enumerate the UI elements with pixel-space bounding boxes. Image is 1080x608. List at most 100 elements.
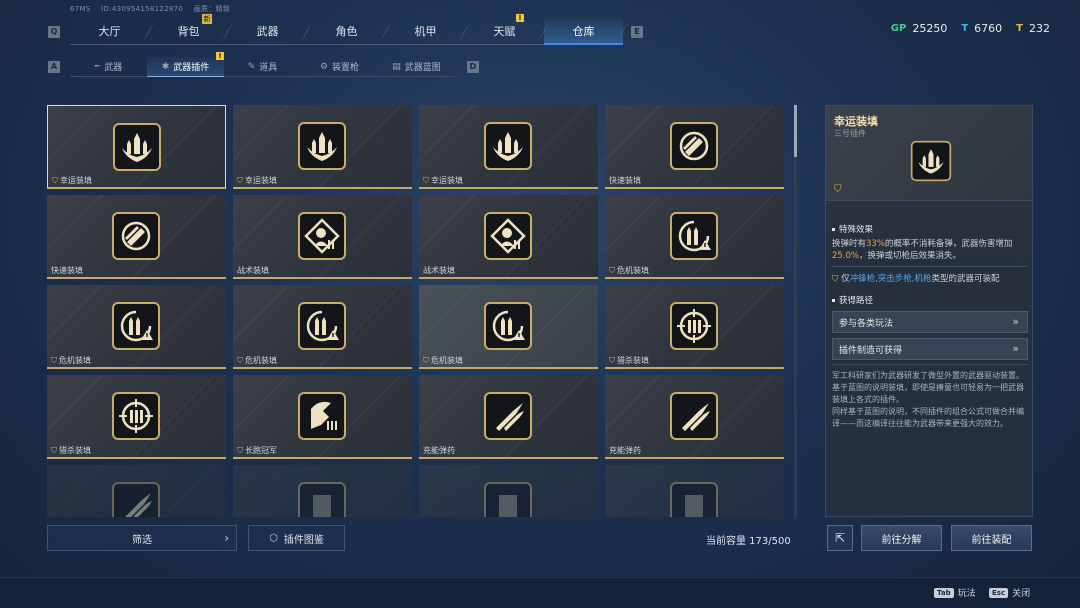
tab-武器[interactable]: 武器 (228, 18, 307, 45)
system-info: 67MS ID:430954158122870 画质：精致 (70, 4, 238, 14)
tab-label: 机甲 (414, 25, 437, 38)
shield-icon: ⛉ (834, 184, 842, 195)
subtab-label: 武器蓝图 (404, 63, 441, 73)
plugin-name-text: 猎杀装填 (59, 446, 91, 455)
plugin-card[interactable]: 战术装填 (419, 195, 598, 279)
tab-角色[interactable]: 角色 (307, 18, 386, 45)
device-gun-icon: ⚙ (319, 61, 329, 72)
open-external-icon: ⇱ (834, 531, 846, 545)
plugin-icon (669, 481, 719, 517)
plugin-card[interactable] (419, 465, 598, 517)
equip-text-post: 类型的武器可装配 (931, 274, 1000, 284)
key-e-hint: E (631, 26, 643, 38)
esc-key: Esc (989, 587, 1009, 598)
tab-label: 天赋 (493, 25, 516, 38)
plugin-card[interactable]: ⛉ 猎杀装填 (47, 375, 226, 459)
shield-icon: ⛉ (423, 175, 429, 185)
currency-value: 232 (1029, 22, 1050, 35)
subtab-武器[interactable]: ╾ 武器 (70, 57, 147, 77)
plugin-card[interactable]: ⛉ 幸运装填 (47, 105, 226, 189)
shield-icon: ⛉ (237, 445, 243, 455)
plugin-name-text: 危机装填 (245, 356, 277, 365)
plugin-card[interactable] (605, 465, 784, 517)
plugin-card[interactable] (233, 465, 412, 517)
route-label: 插件制造可获得 (839, 345, 903, 356)
tactical-reload-icon (483, 211, 533, 261)
equip-button[interactable]: 前往装配 (951, 525, 1032, 551)
open-external-button[interactable]: ⇱ (827, 525, 853, 551)
tool-icon: ✎ (247, 61, 256, 72)
plugin-card[interactable]: 充能弹药 (605, 375, 784, 459)
plugin-card[interactable]: ⛉ 猎杀装填 (605, 285, 784, 369)
grid-scrollbar[interactable] (794, 105, 797, 517)
hint-esc[interactable]: Esc 关闭 (989, 586, 1030, 599)
shield-icon: ⛉ (237, 175, 243, 185)
tactical-reload-icon (297, 211, 347, 261)
plugin-card[interactable]: ⛉ 危机装填 (605, 195, 784, 279)
hunter-reload-icon (111, 391, 161, 441)
decompose-button[interactable]: 前往分解 (861, 525, 942, 551)
plugin-card[interactable] (47, 465, 226, 517)
plugin-name: 战术装填 (423, 265, 455, 276)
plugin-card[interactable]: 快速装填 (605, 105, 784, 189)
divider (832, 364, 1028, 365)
charged-ammo-icon (111, 481, 161, 517)
plugin-card[interactable]: ⛉ 危机装填 (419, 285, 598, 369)
plugin-name-text: 幸运装填 (245, 176, 277, 185)
tab-天赋[interactable]: 天赋! (465, 14, 544, 45)
scrollbar-thumb[interactable] (794, 105, 797, 157)
crisis-reload-icon (111, 301, 161, 351)
plugin-card[interactable]: ⛉ 幸运装填 (419, 105, 598, 189)
effect-text-pre: 换弹时有 (832, 239, 867, 249)
hint-tab[interactable]: Tab 玩法 (934, 586, 976, 599)
charged-ammo-icon (669, 391, 719, 441)
tab-label: 角色 (335, 25, 358, 38)
tab-机甲[interactable]: 机甲 (386, 18, 465, 45)
quality-text: 画质：精致 (193, 5, 231, 13)
plugin-name-text: 战术装填 (423, 266, 455, 275)
blueprint-icon: ▤ (392, 61, 401, 72)
plugin-card[interactable]: ⛉ 危机装填 (47, 285, 226, 369)
plugin-catalog-button[interactable]: ⬡ 插件图鉴 (248, 525, 345, 551)
equip-restriction: ⛉ 仅冲锋枪,突击步枪,机枪类型的武器可装配 (832, 273, 1028, 285)
coin-icon: T (1016, 23, 1023, 34)
plugin-name-text: 充能弹药 (423, 446, 455, 455)
tab-仓库[interactable]: 仓库 (544, 18, 623, 45)
currency-bar: GP 25250 T 6760 T 232 (891, 22, 1050, 35)
route-button-modes[interactable]: 参与各类玩法 » (832, 311, 1028, 333)
filter-label: 筛选 (132, 534, 152, 546)
plugin-icon: ✱ (161, 61, 170, 72)
shield-icon: ⛉ (237, 355, 243, 365)
plugin-card[interactable]: 快速装填 (47, 195, 226, 279)
uid-text: ID:430954158122870 (101, 5, 184, 13)
subtab-武器插件[interactable]: ✱ 武器插件! (147, 52, 224, 77)
plugin-name: ⛉ 长跑冠军 (237, 445, 277, 456)
subtab-装置枪[interactable]: ⚙ 装置枪 (301, 57, 378, 77)
quick-reload-icon (669, 121, 719, 171)
effect-description: 换弹时有33%的概率不消耗备弹，武器伤害增加 25.0%，换弹或切枪后效果消失。 (832, 238, 1028, 262)
plugin-card[interactable]: 充能弹药 (419, 375, 598, 459)
crisis-reload-icon (483, 301, 533, 351)
plugin-card[interactable]: 战术装填 (233, 195, 412, 279)
plugin-card[interactable]: ⛉ 危机装填 (233, 285, 412, 369)
tab-背包[interactable]: 背包新 (149, 14, 228, 45)
plugin-card[interactable]: ⛉ 幸运装填 (233, 105, 412, 189)
tab-label: 大厅 (98, 25, 121, 38)
currency-value: 25250 (912, 22, 948, 35)
shield-icon: ⛉ (609, 265, 615, 275)
hint-label: 玩法 (957, 589, 976, 599)
charged-ammo-icon (483, 391, 533, 441)
subtab-武器蓝图[interactable]: ▤ 武器蓝图 (378, 57, 455, 77)
plugin-card[interactable]: ⛉ 长跑冠军 (233, 375, 412, 459)
plugin-name: ⛉ 危机装填 (51, 355, 91, 366)
subtab-道具[interactable]: ✎ 道具 (224, 57, 301, 77)
detail-header: 幸运装填 三号插件 ⛉ (826, 106, 1032, 201)
lore-text: 军工科研家们为武器研发了微型外置的武器驱动装置。 基于蓝图的说明装填，即使是揍童… (832, 371, 1024, 428)
plugin-name: 充能弹药 (609, 445, 641, 456)
source-heading: 获得路径 (832, 294, 873, 306)
tab-label: 背包 (177, 25, 200, 38)
tab-key: Tab (934, 587, 954, 598)
tab-大厅[interactable]: 大厅 (70, 18, 149, 45)
route-button-crafting[interactable]: 插件制造可获得 » (832, 338, 1028, 360)
filter-button[interactable]: 筛选 › (47, 525, 237, 551)
